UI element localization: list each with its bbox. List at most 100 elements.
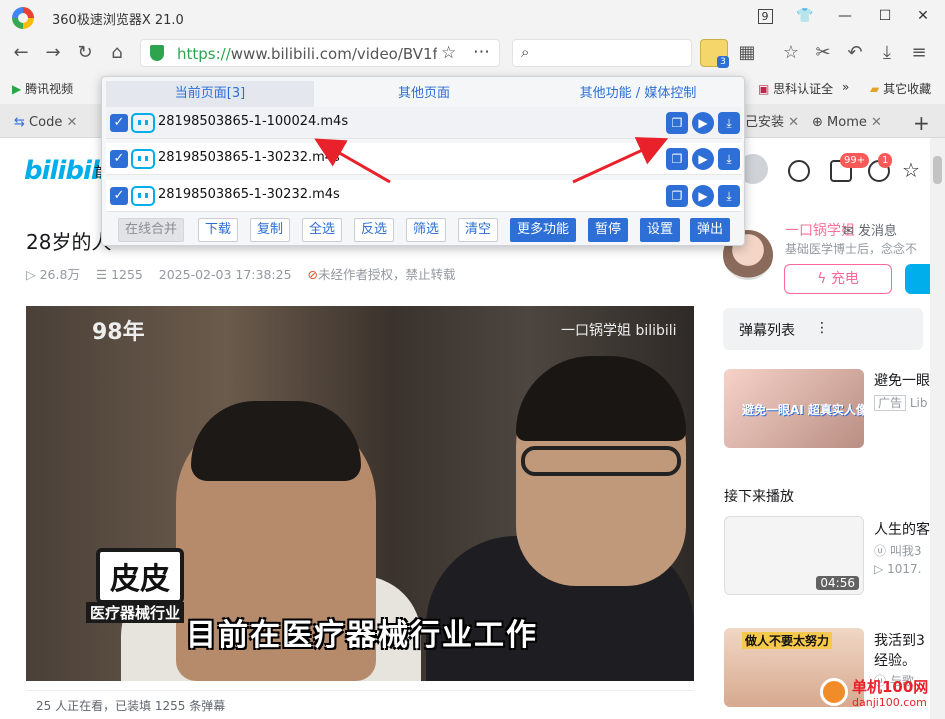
maximize-button[interactable]: ☐: [870, 4, 900, 28]
play-icon[interactable]: ▶: [692, 148, 714, 170]
url-text[interactable]: https://www.bilibili.com/video/BV1ffPf: [177, 45, 437, 63]
bookmark-tencent-video[interactable]: ▶ 腾讯视频: [12, 80, 73, 97]
download-button[interactable]: 下载: [198, 218, 239, 242]
bookmark-cisco[interactable]: ▣ 思科认证全: [758, 80, 833, 97]
messages-badge: 99+: [840, 153, 870, 168]
page-scrollbar[interactable]: [930, 138, 945, 719]
folder-icon: ▰: [870, 82, 880, 96]
play-icon: ▶: [12, 82, 22, 96]
ad-title[interactable]: 避免一眼: [874, 370, 930, 390]
secure-shield-icon: [150, 45, 164, 61]
rec-duration: 04:56: [816, 576, 859, 590]
clear-button[interactable]: 清空: [458, 218, 499, 242]
video-stats: ▷ 26.8万 ☰ 1255 2025-02-03 17:38:25 ⊘未经作者…: [26, 267, 456, 282]
scrollbar-thumb[interactable]: [933, 156, 942, 184]
views-icon: ▷: [26, 267, 36, 282]
copy-button[interactable]: 复制: [250, 218, 291, 242]
globe-icon: ⊕: [812, 115, 823, 130]
online-merge-button[interactable]: 在线合并: [118, 218, 185, 242]
forward-icon[interactable]: →: [40, 40, 66, 66]
rec-title[interactable]: 人生的客: [874, 519, 930, 539]
dynamics-badge: 1: [878, 153, 893, 168]
tab-mome[interactable]: ⊕ Mome ✕: [812, 108, 882, 138]
danmaku-bar[interactable]: 25 人正在看，已装填 1255 条弹幕: [26, 690, 694, 719]
site-watermark-logo: [820, 678, 848, 706]
rec-title[interactable]: 我活到3: [874, 630, 925, 650]
home-icon[interactable]: ⌂: [104, 40, 130, 66]
address-bar[interactable]: https://www.bilibili.com/video/BV1ffPf ☆…: [140, 39, 500, 67]
file-row[interactable]: ✓ 28198503865-1-100024.m4s ❐ ▶ ⤓: [106, 107, 742, 139]
download-icon[interactable]: ⤓: [718, 185, 740, 207]
ad-thumbnail[interactable]: 避免一眼AI 超真实人像: [724, 369, 864, 448]
tab-count-icon[interactable]: 9: [750, 4, 780, 28]
filter-button[interactable]: 筛选: [406, 218, 447, 242]
undo-icon[interactable]: ↶: [842, 40, 868, 66]
file-row[interactable]: ✓ 28198503865-1-30232.m4s ❐ ▶ ⤓: [106, 143, 742, 175]
copy-icon[interactable]: ❐: [666, 148, 688, 170]
tab-code[interactable]: ⇆ Code ✕: [14, 108, 77, 138]
site-watermark: 单机100网: [852, 678, 929, 696]
rec-up[interactable]: ⓤ 叫我3: [874, 542, 921, 559]
site-watermark-domain: danji100.com: [852, 696, 927, 709]
membership-icon[interactable]: [788, 160, 810, 182]
play-icon[interactable]: ▶: [692, 112, 714, 134]
file-checkbox[interactable]: ✓: [110, 114, 128, 132]
close-button[interactable]: ✕: [908, 4, 938, 28]
video-watermark: 一口锅学姐 bilibili: [561, 323, 677, 339]
danmaku-menu-icon[interactable]: ⋮: [815, 320, 829, 336]
pause-button[interactable]: 暂停: [588, 218, 629, 242]
file-checkbox[interactable]: ✓: [110, 187, 128, 205]
file-row[interactable]: ✓ 28198503865-1-30232.m4s ❐ ▶ ⤓: [106, 180, 742, 212]
media-sniffer-extension-icon[interactable]: 3: [700, 39, 729, 68]
reload-icon[interactable]: ↻: [72, 40, 98, 66]
tab-other-functions[interactable]: 其他功能 / 媒体控制: [534, 81, 742, 107]
more-icon[interactable]: ⋯: [473, 42, 490, 62]
navigation-bar: ← → ↻ ⌂ https://www.bilibili.com/video/B…: [0, 34, 945, 72]
charge-button[interactable]: ϟ 充电: [784, 264, 892, 294]
video-job-tag: 医疗器械行业: [86, 602, 185, 623]
danmaku-icon: ☰: [95, 267, 108, 282]
new-tab-button[interactable]: +: [913, 108, 930, 138]
download-icon[interactable]: ⤓: [718, 112, 740, 134]
download-icon[interactable]: ⤓: [874, 40, 900, 66]
browser-logo-icon: [12, 7, 34, 29]
video-subtitle: 目前在医疗器械行业工作: [186, 618, 538, 653]
mail-icon: ✉: [843, 224, 854, 239]
settings-button[interactable]: 设置: [640, 218, 681, 242]
screenshot-scissors-icon[interactable]: ✂: [810, 40, 836, 66]
bookmark-folder-other[interactable]: ▰ 其它收藏: [870, 80, 931, 97]
video-name-tag: 皮皮: [96, 548, 184, 604]
download-icon[interactable]: ⤓: [718, 148, 740, 170]
bookmarks-more[interactable]: »: [842, 80, 849, 94]
file-name: 28198503865-1-30232.m4s: [158, 150, 340, 165]
popout-button[interactable]: 弹出: [690, 218, 731, 242]
video-year-overlay: 98年: [92, 320, 145, 345]
apps-grid-icon[interactable]: ▦: [734, 40, 760, 66]
back-icon[interactable]: ←: [8, 40, 34, 66]
tab-current-page[interactable]: 当前页面[3]: [106, 81, 314, 107]
play-icon[interactable]: ▶: [692, 185, 714, 207]
menu-icon[interactable]: ≡: [906, 40, 932, 66]
more-functions-button[interactable]: 更多功能: [510, 218, 577, 242]
star-icon[interactable]: ☆: [441, 43, 456, 63]
video-player[interactable]: 98年 一口锅学姐 bilibili 皮皮 医疗器械行业 目前在医疗器械行业工作: [26, 306, 694, 681]
search-input[interactable]: ⌕: [512, 39, 692, 67]
favorites-star-icon[interactable]: ☆: [902, 158, 920, 182]
skin-icon[interactable]: 👕: [790, 4, 820, 28]
send-message-link[interactable]: ✉ 发消息: [843, 220, 897, 239]
rec-title-line2: 经验。: [874, 653, 916, 669]
window-title: 360极速浏览器X 21.0: [52, 13, 184, 28]
follow-button[interactable]: [905, 264, 930, 294]
copy-icon[interactable]: ❐: [666, 112, 688, 134]
tab-installed[interactable]: 己安装 ✕: [745, 108, 799, 138]
copy-icon[interactable]: ❐: [666, 185, 688, 207]
danmaku-list-panel[interactable]: 弹幕列表 ⋮: [723, 308, 923, 350]
tab-other-pages[interactable]: 其他页面: [316, 81, 532, 107]
rec-thumbnail[interactable]: 04:56: [724, 516, 864, 595]
select-all-button[interactable]: 全选: [302, 218, 343, 242]
file-checkbox[interactable]: ✓: [110, 150, 128, 168]
invert-selection-button[interactable]: 反选: [354, 218, 395, 242]
minimize-button[interactable]: —: [830, 4, 860, 28]
bookmark-icon: ▣: [758, 82, 770, 96]
favorites-icon[interactable]: ☆: [778, 40, 804, 66]
